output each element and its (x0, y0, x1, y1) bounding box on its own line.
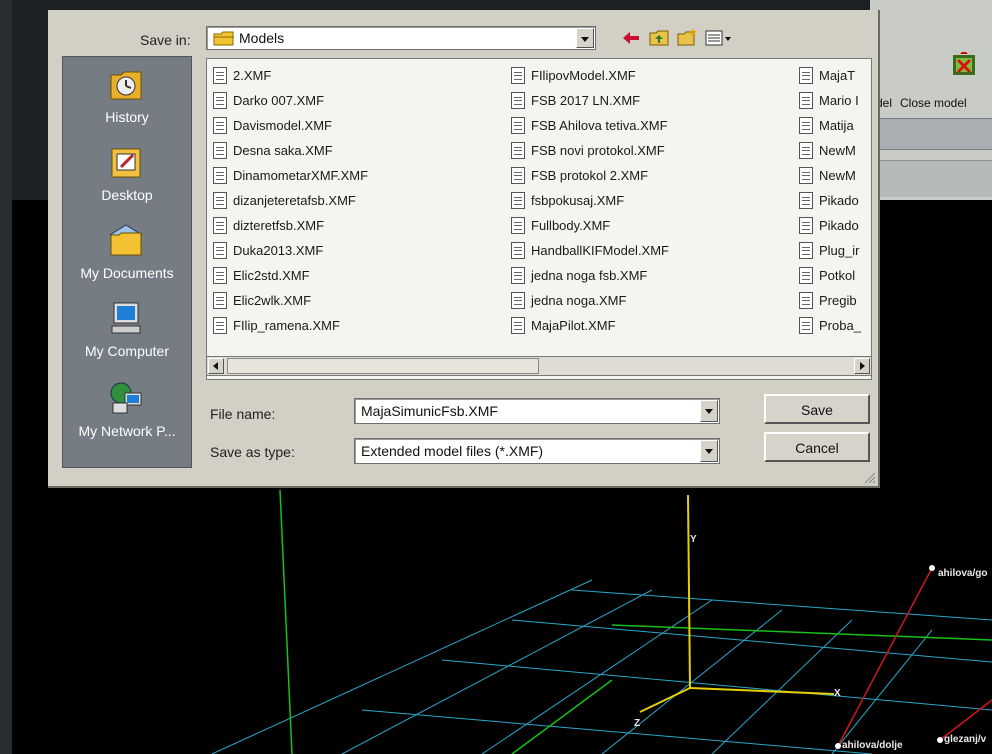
document-icon (799, 142, 813, 159)
file-list[interactable]: 2.XMF Darko 007.XMF Davismodel.XMF Desna… (206, 58, 872, 380)
document-icon (799, 67, 813, 84)
desktop-icon (111, 148, 141, 178)
marker-point (929, 565, 935, 571)
document-icon (213, 192, 227, 209)
my-computer-icon (111, 302, 141, 334)
document-icon (511, 242, 525, 259)
green-ground-line (511, 679, 613, 754)
place-label: History (105, 109, 149, 125)
save-in-combo[interactable]: Models (206, 26, 596, 50)
document-icon (511, 92, 525, 109)
marker-point (835, 743, 841, 749)
cancel-button[interactable]: Cancel (764, 432, 870, 462)
place-label: My Network P... (78, 423, 176, 439)
save-in-value: Models (239, 30, 285, 46)
document-icon (799, 292, 813, 309)
document-icon (213, 217, 227, 234)
green-ground-line (611, 624, 992, 641)
new-folder-icon[interactable] (676, 27, 698, 49)
toolbar-strip (870, 160, 992, 197)
marker-label: ahilova/go (938, 568, 988, 579)
document-icon (213, 317, 227, 334)
horizontal-scrollbar[interactable] (206, 356, 872, 376)
document-icon (213, 117, 227, 134)
ahilova-segment (837, 567, 933, 747)
save-as-type-dropdown-button[interactable] (700, 440, 718, 462)
monitor-bezel (0, 0, 12, 754)
up-folder-icon[interactable] (648, 27, 670, 49)
document-icon (511, 67, 525, 84)
scroll-left-button[interactable] (208, 358, 224, 374)
save-as-type-select[interactable]: Extended model files (*.XMF) (354, 438, 720, 464)
document-icon (511, 217, 525, 234)
document-icon (511, 167, 525, 184)
document-icon (799, 267, 813, 284)
document-icon (799, 192, 813, 209)
y-axis-label: Y (690, 534, 697, 545)
document-icon (213, 142, 227, 159)
document-icon (799, 242, 813, 259)
document-icon (511, 317, 525, 334)
places-bar: History Desktop My Documents My Computer… (62, 56, 192, 468)
document-icon (511, 292, 525, 309)
marker-label: glezanj/v (944, 734, 987, 745)
app-toolbar: del Close model (870, 0, 992, 205)
close-model-label[interactable]: Close model (900, 96, 967, 110)
document-icon (511, 142, 525, 159)
document-icon (511, 192, 525, 209)
back-arrow-icon[interactable] (620, 27, 642, 49)
network-places-icon (110, 382, 142, 414)
document-icon (799, 317, 813, 334)
document-icon (213, 167, 227, 184)
document-icon (213, 267, 227, 284)
save-button[interactable]: Save (764, 394, 870, 424)
marker-label: ahilova/dolje (842, 740, 903, 751)
save-dialog: Save in: Models History Desktop My Docum… (48, 10, 880, 488)
view-menu-icon[interactable] (704, 27, 734, 49)
resize-grip-icon[interactable] (862, 470, 876, 484)
scroll-right-button[interactable] (854, 358, 870, 374)
document-icon (213, 67, 227, 84)
file-name-value: MajaSimunicFsb.XMF (361, 403, 498, 419)
document-icon (799, 167, 813, 184)
scroll-thumb[interactable] (227, 358, 539, 374)
save-in-label: Save in: (140, 32, 191, 48)
history-icon (110, 71, 142, 100)
z-axis-line (639, 687, 691, 713)
arrow-left-icon (213, 362, 218, 370)
document-icon (799, 92, 813, 109)
toolbar-strip (870, 118, 992, 150)
document-icon (213, 292, 227, 309)
floor-grid (211, 579, 992, 754)
file-name-dropdown-button[interactable] (700, 400, 718, 422)
file-name-input[interactable]: MajaSimunicFsb.XMF (354, 398, 720, 424)
document-icon (799, 217, 813, 234)
document-icon (511, 267, 525, 284)
document-icon (799, 117, 813, 134)
save-as-type-label: Save as type: (210, 444, 295, 460)
marker-point (937, 737, 943, 743)
file-name-label: File name: (210, 406, 276, 422)
place-label: Desktop (101, 187, 153, 203)
close-model-icon[interactable] (950, 52, 978, 80)
z-axis-label: Z (634, 718, 641, 729)
document-icon (511, 117, 525, 134)
document-icon (213, 92, 227, 109)
green-axis-line (279, 489, 293, 754)
place-label: My Documents (80, 265, 174, 281)
save-in-dropdown-button[interactable] (576, 28, 594, 48)
place-label: My Computer (84, 343, 170, 359)
arrow-right-icon (860, 362, 865, 370)
save-as-type-value: Extended model files (*.XMF) (361, 443, 544, 459)
x-axis-label: X (834, 688, 841, 699)
folder-icon (213, 31, 234, 46)
y-axis-line (687, 494, 691, 689)
document-icon (213, 242, 227, 259)
my-documents-icon (109, 224, 143, 256)
